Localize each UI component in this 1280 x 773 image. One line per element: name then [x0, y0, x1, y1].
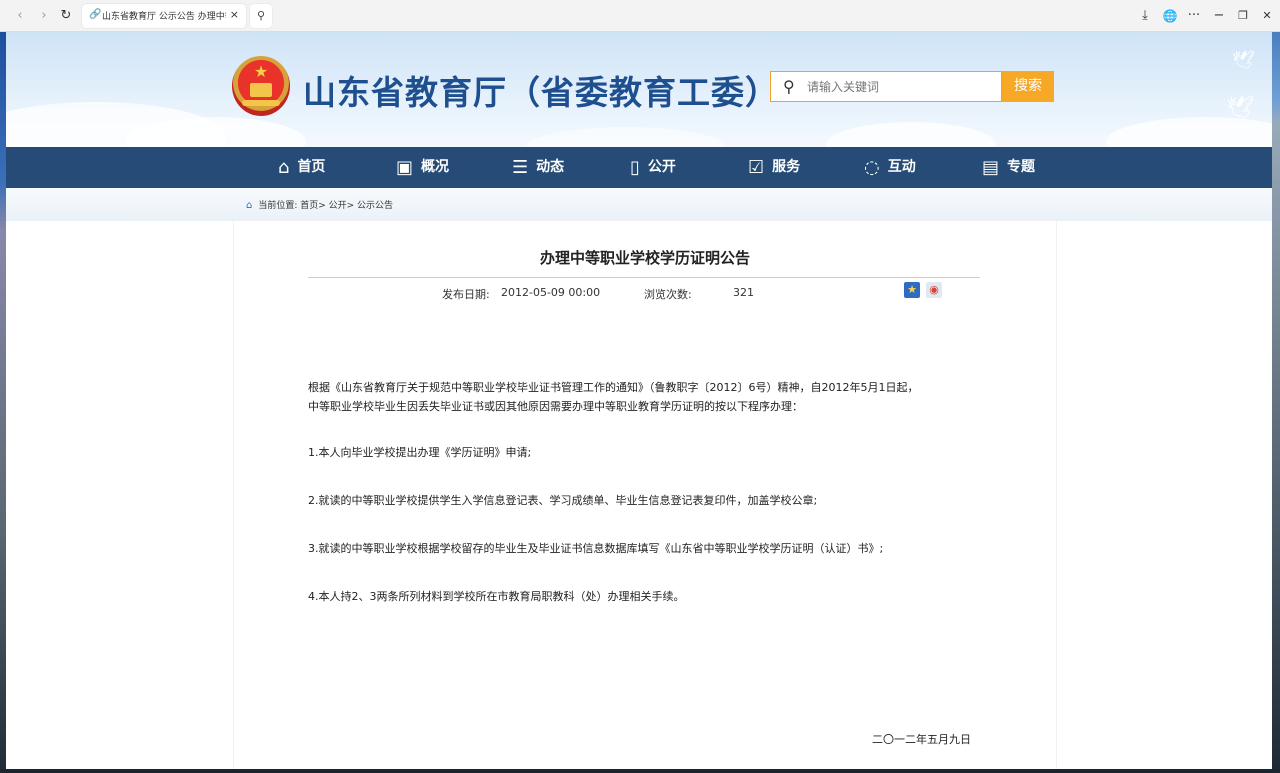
web-page: ★ 山东省教育厅（省委教育工委） ⚲ 搜索 🕊 🕊 ⌂ 首页 ▣ 概况 ☰ 动态 ▯ 公… [6, 32, 1272, 773]
main-nav: ⌂ 首页 ▣ 概况 ☰ 动态 ▯ 公开 ☑ 服务 ◌ 互动 ▤ 专题 [6, 147, 1272, 188]
nav-item-news[interactable]: ☰ 动态 [512, 147, 564, 188]
reload-icon[interactable]: ↻ [58, 8, 74, 24]
nav-item-overview[interactable]: ▣ 概况 [396, 147, 449, 188]
browser-toolbar: ‹ › ↻ 🔗 山东省教育厅 公示公告 办理中等职业学校学历证明公告 × ⚲ ⤓… [0, 0, 1280, 32]
nav-label: 概况 [421, 159, 450, 175]
signature-date: 二〇一二年五月九日 [872, 733, 971, 746]
list-item: 2.就读的中等职业学校提供学生入学信息登记表、学习成绩单、毕业生信息登记表复印件… [308, 494, 818, 507]
forward-icon[interactable]: › [36, 8, 52, 24]
nav-label: 动态 [536, 159, 565, 175]
chat-icon: ◌ [864, 157, 880, 178]
search-icon[interactable]: ⚲ [250, 4, 272, 28]
home-icon: ⌂ [278, 157, 290, 178]
breadcrumb: ⌂ 当前位置: 首页> 公开> 公示公告 [246, 198, 393, 211]
weibo-icon[interactable]: ◉ [926, 282, 942, 298]
list-item: 4.本人持2、3两条所列材料到学校所在市教育局职教科（处）办理相关手续。 [308, 590, 685, 603]
news-icon: ☰ [512, 157, 529, 178]
search-field[interactable]: ⚲ [770, 71, 1002, 102]
search-icon: ⚲ [783, 77, 795, 96]
taskbar [0, 769, 1280, 773]
title-divider [308, 277, 980, 278]
dove-icon: 🕊 [1232, 50, 1255, 71]
download-icon[interactable]: ⤓ [1137, 8, 1153, 24]
back-icon[interactable]: ‹ [12, 8, 28, 24]
dove-icon: 🕊 [1226, 96, 1254, 121]
list-item: 1.本人向毕业学校提出办理《学历证明》申请; [308, 446, 532, 459]
more-icon[interactable]: ··· [1186, 8, 1202, 24]
breadcrumb-bar: ⌂ 当前位置: 首页> 公开> 公示公告 [6, 188, 1272, 221]
site-title: 山东省教育厅（省委教育工委） [303, 73, 779, 112]
nav-item-topics[interactable]: ▤ 专题 [982, 147, 1035, 188]
views-label: 浏览次数: [644, 288, 692, 301]
article-panel: 办理中等职业学校学历证明公告 发布日期: 2012-05-09 00:00 浏览… [234, 221, 1056, 773]
nav-label: 互动 [887, 159, 916, 175]
window-close-icon[interactable]: ✕ [1259, 8, 1275, 24]
browser-tab[interactable]: 🔗 山东省教育厅 公示公告 办理中等职业学校学历证明公告 × [82, 4, 246, 28]
nav-label: 公开 [647, 159, 676, 175]
favorite-star-icon[interactable]: ★ [904, 282, 920, 298]
breadcrumb-text[interactable]: 当前位置: 首页> 公开> 公示公告 [258, 201, 393, 211]
site-banner: ★ 山东省教育厅（省委教育工委） ⚲ 搜索 🕊 🕊 [6, 32, 1272, 147]
topic-icon: ▤ [982, 157, 1000, 178]
nav-item-service[interactable]: ☑ 服务 [748, 147, 800, 188]
search-button[interactable]: 搜索 [1002, 71, 1054, 102]
home-icon: ⌂ [246, 200, 253, 211]
nav-item-interact[interactable]: ◌ 互动 [864, 147, 916, 188]
overview-icon: ▣ [396, 157, 414, 178]
nav-label: 服务 [772, 159, 801, 175]
article-title: 办理中等职业学校学历证明公告 [539, 249, 750, 267]
desktop-edge-right [1272, 32, 1280, 773]
date-label: 发布日期: [442, 288, 490, 301]
list-item: 3.就读的中等职业学校根据学校留存的毕业生及毕业证书信息数据库填写《山东省中等职… [308, 542, 884, 555]
nav-item-public[interactable]: ▯ 公开 [630, 147, 676, 188]
minimize-icon[interactable]: − [1211, 8, 1227, 24]
paragraph-line: 根据《山东省教育厅关于规范中等职业学校毕业证书管理工作的通知》（鲁教职字〔201… [308, 381, 919, 394]
nav-label: 专题 [1007, 159, 1036, 175]
search-input[interactable] [807, 78, 987, 96]
link-icon: 🔗 [89, 9, 102, 20]
paragraph-line: 中等职业学校毕业生因丢失毕业证书或因其他原因需要办理中等职业教育学历证明的按以下… [308, 400, 803, 413]
restore-icon[interactable]: ❐ [1235, 8, 1251, 24]
nav-label: 首页 [297, 159, 326, 175]
tab-close-icon[interactable]: × [230, 8, 239, 21]
nav-item-home[interactable]: ⌂ 首页 [278, 147, 325, 188]
date-value: 2012-05-09 00:00 [501, 286, 601, 299]
tab-title: 山东省教育厅 公示公告 办理中等职业学校学历证明公告 [102, 12, 226, 22]
globe-icon[interactable]: 🌐 [1162, 8, 1178, 24]
national-emblem-icon: ★ [232, 56, 290, 116]
book-icon: ▯ [630, 157, 640, 178]
service-icon: ☑ [748, 157, 765, 178]
views-value: 321 [733, 286, 754, 299]
